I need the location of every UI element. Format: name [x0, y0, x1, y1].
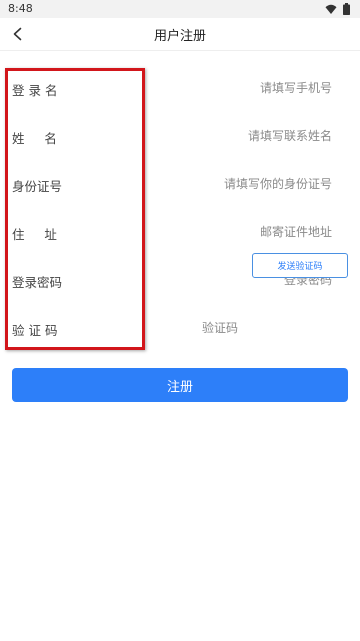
page-title: 用户注册 [153, 29, 206, 44]
form-row-id-number: 身份证号 [0, 160, 360, 208]
address-input[interactable] [152, 220, 332, 244]
username-label: 登 录 名 [12, 83, 58, 98]
address-label: 住 址 [12, 227, 57, 242]
form-row-verification-code: 验 证 码 [0, 304, 360, 352]
status-icons [325, 3, 350, 15]
registration-form: 登 录 名 姓 名 身份证号 住 址 登录密码 验 证 码 [0, 64, 360, 352]
wifi-icon [325, 3, 337, 15]
form-row-name: 姓 名 [0, 112, 360, 160]
form-row-address: 住 址 [0, 208, 360, 256]
verification-code-label: 验 证 码 [12, 323, 58, 338]
verification-code-input[interactable] [138, 316, 238, 340]
register-button[interactable]: 注册 [12, 368, 348, 402]
password-label: 登录密码 [12, 275, 63, 290]
name-input[interactable] [152, 124, 332, 148]
nav-bar: 用户注册 [0, 18, 360, 51]
status-bar: 8:48 [0, 0, 360, 18]
name-label: 姓 名 [12, 131, 57, 146]
status-time: 8:48 [8, 2, 33, 15]
form-row-username: 登 录 名 [0, 64, 360, 112]
send-code-button[interactable]: 发送验证码 [252, 253, 348, 278]
battery-icon [343, 3, 350, 15]
id-number-input[interactable] [152, 172, 332, 196]
username-input[interactable] [152, 76, 332, 100]
id-number-label: 身份证号 [12, 179, 63, 194]
